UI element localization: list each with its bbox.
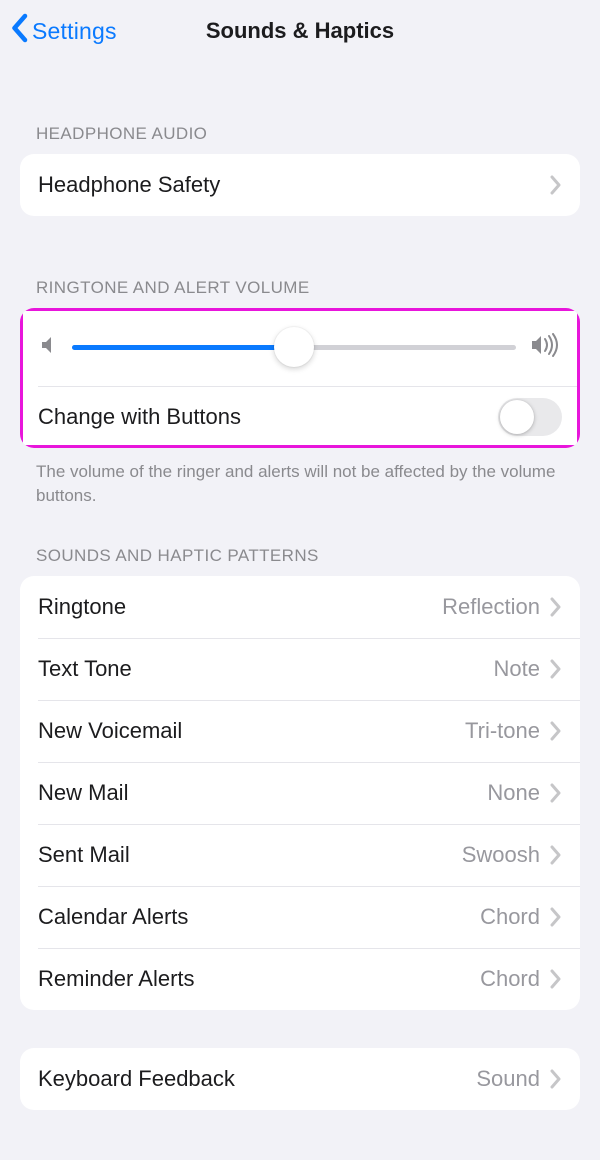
pattern-value: None xyxy=(487,780,540,806)
back-button[interactable]: Settings xyxy=(10,13,117,49)
pattern-label: Calendar Alerts xyxy=(38,904,480,930)
row-keyboard-feedback[interactable]: Keyboard Feedback Sound xyxy=(20,1048,580,1110)
chevron-right-icon xyxy=(550,721,562,741)
chevron-right-icon xyxy=(550,907,562,927)
row-sound-pattern[interactable]: Reminder AlertsChord xyxy=(20,948,580,1010)
pattern-label: Text Tone xyxy=(38,656,494,682)
keyboard-feedback-value: Sound xyxy=(476,1066,540,1092)
pattern-label: New Voicemail xyxy=(38,718,465,744)
pattern-label: New Mail xyxy=(38,780,487,806)
chevron-right-icon xyxy=(550,845,562,865)
section-header-volume: RINGTONE AND ALERT VOLUME xyxy=(0,278,600,308)
volume-low-icon xyxy=(40,335,58,360)
chevron-right-icon xyxy=(550,175,562,195)
pattern-value: Chord xyxy=(480,966,540,992)
pattern-value: Reflection xyxy=(442,594,540,620)
row-sound-pattern[interactable]: Sent MailSwoosh xyxy=(20,824,580,886)
row-sound-pattern[interactable]: Calendar AlertsChord xyxy=(20,886,580,948)
chevron-right-icon xyxy=(550,1069,562,1089)
section-header-patterns: SOUNDS AND HAPTIC PATTERNS xyxy=(0,546,600,576)
chevron-right-icon xyxy=(550,597,562,617)
pattern-label: Reminder Alerts xyxy=(38,966,480,992)
chevron-right-icon xyxy=(550,783,562,803)
pattern-value: Tri-tone xyxy=(465,718,540,744)
row-headphone-safety[interactable]: Headphone Safety xyxy=(20,154,580,216)
pattern-value: Chord xyxy=(480,904,540,930)
change-with-buttons-toggle[interactable] xyxy=(498,398,562,436)
chevron-left-icon xyxy=(10,13,32,49)
keyboard-feedback-label: Keyboard Feedback xyxy=(38,1066,476,1092)
slider-thumb[interactable] xyxy=(274,327,314,367)
group-keyboard: Keyboard Feedback Sound xyxy=(20,1048,580,1110)
navbar: Settings Sounds & Haptics xyxy=(0,0,600,62)
volume-slider[interactable] xyxy=(72,308,516,386)
row-volume-slider[interactable] xyxy=(20,308,580,386)
chevron-right-icon xyxy=(550,969,562,989)
back-label: Settings xyxy=(32,18,117,45)
row-sound-pattern[interactable]: New VoicemailTri-tone xyxy=(20,700,580,762)
row-sound-pattern[interactable]: New MailNone xyxy=(20,762,580,824)
change-with-buttons-label: Change with Buttons xyxy=(38,404,498,430)
toggle-knob xyxy=(500,400,534,434)
chevron-right-icon xyxy=(550,659,562,679)
row-change-with-buttons[interactable]: Change with Buttons xyxy=(20,386,580,448)
group-patterns: RingtoneReflectionText ToneNoteNew Voice… xyxy=(20,576,580,1010)
pattern-value: Note xyxy=(494,656,540,682)
section-header-headphone: HEADPHONE AUDIO xyxy=(0,124,600,154)
headphone-safety-label: Headphone Safety xyxy=(38,172,550,198)
pattern-value: Swoosh xyxy=(462,842,540,868)
row-sound-pattern[interactable]: RingtoneReflection xyxy=(20,576,580,638)
volume-high-icon xyxy=(530,333,560,362)
pattern-label: Sent Mail xyxy=(38,842,462,868)
pattern-label: Ringtone xyxy=(38,594,442,620)
row-sound-pattern[interactable]: Text ToneNote xyxy=(20,638,580,700)
group-volume: Change with Buttons xyxy=(20,308,580,448)
section-footer-volume: The volume of the ringer and alerts will… xyxy=(0,448,600,508)
group-headphone: Headphone Safety xyxy=(20,154,580,216)
